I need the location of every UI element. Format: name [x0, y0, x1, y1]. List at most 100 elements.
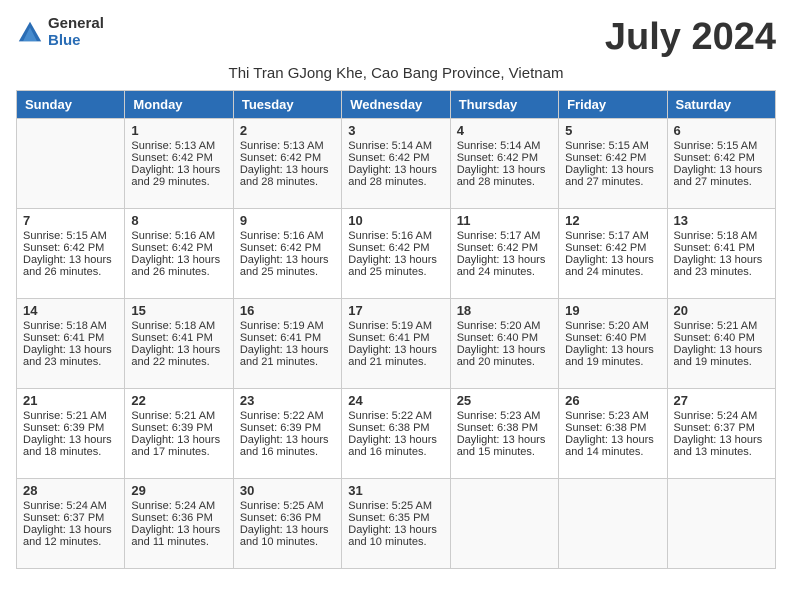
- sunrise-text: Sunrise: 5:22 AM: [348, 410, 443, 422]
- day-number: 24: [348, 393, 443, 408]
- daylight-text: Daylight: 13 hours and 23 minutes.: [23, 344, 118, 368]
- sunrise-text: Sunrise: 5:19 AM: [348, 320, 443, 332]
- sunrise-text: Sunrise: 5:25 AM: [348, 500, 443, 512]
- sunset-text: Sunset: 6:42 PM: [348, 242, 443, 254]
- sunset-text: Sunset: 6:42 PM: [457, 242, 552, 254]
- day-number: 25: [457, 393, 552, 408]
- day-number: 3: [348, 123, 443, 138]
- sunset-text: Sunset: 6:41 PM: [23, 332, 118, 344]
- sunrise-text: Sunrise: 5:13 AM: [131, 140, 226, 152]
- logo: General Blue: [16, 16, 104, 49]
- daylight-text: Daylight: 13 hours and 29 minutes.: [131, 164, 226, 188]
- logo-icon: [16, 19, 44, 47]
- day-cell-2: 2Sunrise: 5:13 AMSunset: 6:42 PMDaylight…: [233, 119, 341, 209]
- sunset-text: Sunset: 6:38 PM: [348, 422, 443, 434]
- sunrise-text: Sunrise: 5:15 AM: [674, 140, 769, 152]
- week-row-5: 28Sunrise: 5:24 AMSunset: 6:37 PMDayligh…: [17, 479, 776, 569]
- day-cell-19: 19Sunrise: 5:20 AMSunset: 6:40 PMDayligh…: [559, 299, 667, 389]
- day-cell-29: 29Sunrise: 5:24 AMSunset: 6:36 PMDayligh…: [125, 479, 233, 569]
- day-number: 2: [240, 123, 335, 138]
- day-cell-24: 24 Sunrise: 5:22 AMSunset: 6:38 PMDayligh…: [342, 389, 450, 479]
- header-cell-wednesday: Wednesday: [342, 91, 450, 119]
- day-cell-28: 28Sunrise: 5:24 AMSunset: 6:37 PMDayligh…: [17, 479, 125, 569]
- daylight-text: Daylight: 13 hours and 24 minutes.: [457, 254, 552, 278]
- day-number: 16: [240, 303, 335, 318]
- sunset-text: Sunset: 6:40 PM: [457, 332, 552, 344]
- sunset-text: Sunset: 6:38 PM: [457, 422, 552, 434]
- daylight-text: Daylight: 13 hours and 19 minutes.: [674, 344, 769, 368]
- week-row-4: 21Sunrise: 5:21 AMSunset: 6:39 PMDayligh…: [17, 389, 776, 479]
- logo-text: General Blue: [48, 16, 104, 49]
- sunset-text: Sunset: 6:42 PM: [240, 242, 335, 254]
- sunset-text: Sunset: 6:41 PM: [674, 242, 769, 254]
- sunrise-text: Sunrise: 5:21 AM: [131, 410, 226, 422]
- day-cell-8: 8Sunrise: 5:16 AMSunset: 6:42 PMDaylight…: [125, 209, 233, 299]
- logo-blue-text: Blue: [48, 33, 104, 50]
- daylight-text: Daylight: 13 hours and 20 minutes.: [457, 344, 552, 368]
- day-cell-23: 23Sunrise: 5:22 AMSunset: 6:39 PMDayligh…: [233, 389, 341, 479]
- day-cell-3: 3Sunrise: 5:14 AMSunset: 6:42 PMDaylight…: [342, 119, 450, 209]
- day-cell-1: 1 Sunrise: 5:13 AMSunset: 6:42 PMDaylight…: [125, 119, 233, 209]
- week-row-2: 7Sunrise: 5:15 AMSunset: 6:42 PMDaylight…: [17, 209, 776, 299]
- sunset-text: Sunset: 6:42 PM: [457, 152, 552, 164]
- header: General Blue July 2024: [16, 16, 776, 59]
- daylight-text: Daylight: 13 hours and 10 minutes.: [348, 524, 443, 548]
- sunset-text: Sunset: 6:42 PM: [131, 152, 226, 164]
- sunrise-text: Sunrise: 5:15 AM: [23, 230, 118, 242]
- sunset-text: Sunset: 6:41 PM: [131, 332, 226, 344]
- daylight-text: Daylight: 13 hours and 17 minutes.: [131, 434, 226, 458]
- daylight-text: Daylight: 13 hours and 18 minutes.: [23, 434, 118, 458]
- day-cell-6: 6Sunrise: 5:15 AMSunset: 6:42 PMDaylight…: [667, 119, 775, 209]
- month-title: July 2024: [605, 16, 776, 59]
- sunset-text: Sunset: 6:35 PM: [348, 512, 443, 524]
- header-cell-saturday: Saturday: [667, 91, 775, 119]
- sunset-text: Sunset: 6:42 PM: [23, 242, 118, 254]
- daylight-text: Daylight: 13 hours and 26 minutes.: [131, 254, 226, 278]
- daylight-text: Daylight: 13 hours and 15 minutes.: [457, 434, 552, 458]
- sunset-text: Sunset: 6:42 PM: [565, 242, 660, 254]
- sunset-text: Sunset: 6:42 PM: [565, 152, 660, 164]
- day-cell-30: 30Sunrise: 5:25 AMSunset: 6:36 PMDayligh…: [233, 479, 341, 569]
- sunset-text: Sunset: 6:42 PM: [674, 152, 769, 164]
- day-number: 6: [674, 123, 769, 138]
- daylight-text: Daylight: 13 hours and 28 minutes.: [457, 164, 552, 188]
- sunrise-text: Sunrise: 5:15 AM: [565, 140, 660, 152]
- sunrise-text: Sunrise: 5:22 AM: [240, 410, 335, 422]
- daylight-text: Daylight: 13 hours and 19 minutes.: [565, 344, 660, 368]
- day-number: 15: [131, 303, 226, 318]
- daylight-text: Daylight: 13 hours and 14 minutes.: [565, 434, 660, 458]
- day-number: 13: [674, 213, 769, 228]
- daylight-text: Daylight: 13 hours and 16 minutes.: [348, 434, 443, 458]
- sunrise-text: Sunrise: 5:13 AM: [240, 140, 335, 152]
- day-cell-15: 15Sunrise: 5:18 AMSunset: 6:41 PMDayligh…: [125, 299, 233, 389]
- sunrise-text: Sunrise: 5:20 AM: [457, 320, 552, 332]
- day-number: 18: [457, 303, 552, 318]
- sunrise-text: Sunrise: 5:25 AM: [240, 500, 335, 512]
- sunrise-text: Sunrise: 5:20 AM: [565, 320, 660, 332]
- day-cell-9: 9Sunrise: 5:16 AMSunset: 6:42 PMDaylight…: [233, 209, 341, 299]
- sunset-text: Sunset: 6:39 PM: [131, 422, 226, 434]
- day-number: 21: [23, 393, 118, 408]
- day-cell-16: 16Sunrise: 5:19 AMSunset: 6:41 PMDayligh…: [233, 299, 341, 389]
- calendar-body: 1Sunrise: 5:13 AMSunset: 6:42 PMDaylight…: [17, 119, 776, 569]
- day-cell-10: 10Sunrise: 5:16 AMSunset: 6:42 PMDayligh…: [342, 209, 450, 299]
- sunrise-text: Sunrise: 5:14 AM: [348, 140, 443, 152]
- sunset-text: Sunset: 6:41 PM: [240, 332, 335, 344]
- day-cell-22: 22Sunrise: 5:21 AMSunset: 6:39 PMDayligh…: [125, 389, 233, 479]
- day-number: 31: [348, 483, 443, 498]
- daylight-text: Daylight: 13 hours and 27 minutes.: [565, 164, 660, 188]
- day-number: 26: [565, 393, 660, 408]
- day-number: 30: [240, 483, 335, 498]
- week-row-3: 14Sunrise: 5:18 AMSunset: 6:41 PMDayligh…: [17, 299, 776, 389]
- daylight-text: Daylight: 13 hours and 25 minutes.: [240, 254, 335, 278]
- day-number: 1: [131, 123, 226, 138]
- header-cell-tuesday: Tuesday: [233, 91, 341, 119]
- day-number: 8: [131, 213, 226, 228]
- day-cell-18: 18 Sunrise: 5:20 AMSunset: 6:40 PMDayligh…: [450, 299, 558, 389]
- sunset-text: Sunset: 6:42 PM: [348, 152, 443, 164]
- day-cell-27: 27Sunrise: 5:24 AMSunset: 6:37 PMDayligh…: [667, 389, 775, 479]
- day-number: 4: [457, 123, 552, 138]
- day-cell-7: 7Sunrise: 5:15 AMSunset: 6:42 PMDaylight…: [17, 209, 125, 299]
- day-cell-20: 20Sunrise: 5:21 AMSunset: 6:40 PMDayligh…: [667, 299, 775, 389]
- day-number: 29: [131, 483, 226, 498]
